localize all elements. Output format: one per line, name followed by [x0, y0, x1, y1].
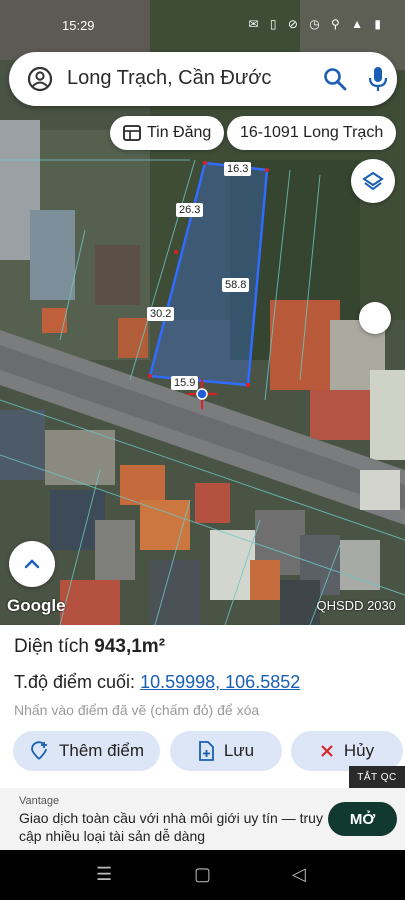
- cancel-button[interactable]: Hủy: [291, 731, 403, 771]
- plan-layer-label: QHSDD 2030: [316, 598, 396, 613]
- status-icons: ✉ ▯ ⊘ ◷ ⚲ ▲ ▮: [248, 17, 385, 31]
- add-location-icon: [31, 741, 47, 760]
- search-icon[interactable]: [322, 66, 348, 92]
- expand-up-button[interactable]: [9, 541, 55, 587]
- status-bar: 15:29 ✉ ▯ ⊘ ◷ ⚲ ▲ ▮: [0, 0, 405, 40]
- home-icon[interactable]: ▢: [194, 864, 211, 885]
- back-icon[interactable]: ◁: [292, 864, 306, 885]
- save-button[interactable]: Lưu: [170, 731, 282, 771]
- google-logo: Google: [7, 596, 66, 615]
- area-row: Diện tích 943,1m²: [14, 636, 165, 658]
- app-root: 16.3 26.3 58.8 30.2 15.9 Google QHSDD 20…: [0, 0, 405, 900]
- assistive-touch-button[interactable]: [359, 302, 391, 334]
- listings-chip[interactable]: Tin Đăng: [110, 116, 225, 150]
- edge-length-bottom: 15.9: [171, 376, 199, 390]
- edge-length-upper-left: 26.3: [176, 203, 204, 217]
- listings-chip-label: Tin Đăng: [147, 124, 212, 141]
- coordinate-link[interactable]: 10.59998, 106.5852: [140, 672, 300, 692]
- add-point-label: Thêm điểm: [58, 741, 145, 760]
- measurement-sheet: Diện tích 943,1m² T.độ điểm cuối: 10.599…: [0, 625, 405, 788]
- coordinate-row: T.độ điểm cuối: 10.59998, 106.5852: [14, 672, 300, 693]
- edge-length-top: 16.3: [224, 162, 252, 176]
- save-label: Lưu: [223, 741, 255, 760]
- search-input[interactable]: Long Trạch, Cần Đước: [67, 67, 271, 90]
- close-ad-button[interactable]: TẮT QC: [349, 766, 405, 788]
- status-time: 15:29: [62, 18, 95, 33]
- layers-button[interactable]: [351, 159, 395, 203]
- area-label: Diện tích: [14, 636, 89, 657]
- parcel-chip[interactable]: 16-1091 Long Trạch: [227, 116, 397, 150]
- account-icon[interactable]: [27, 66, 53, 92]
- close-icon: [321, 745, 333, 757]
- ad-brand: Vantage: [19, 795, 60, 807]
- coordinate-label: T.độ điểm cuối:: [14, 672, 136, 692]
- ad-text: Giao dịch toàn cầu với nhà môi giới uy t…: [19, 810, 323, 844]
- cancel-label: Hủy: [343, 741, 375, 760]
- system-nav-bar: ☰ ▢ ◁: [0, 850, 405, 900]
- area-value: 943,1m²: [94, 636, 166, 657]
- edge-length-right: 58.8: [222, 278, 250, 292]
- delete-point-hint: Nhấn vào điểm đã vẽ (chấm đỏ) để xóa: [14, 702, 260, 718]
- edge-length-left: 30.2: [147, 307, 175, 321]
- microphone-icon[interactable]: [365, 64, 391, 94]
- chevron-up-icon: [24, 559, 40, 569]
- ad-banner[interactable]: Vantage Giao dịch toàn cầu với nhà môi g…: [0, 788, 405, 850]
- layers-icon: [362, 171, 384, 191]
- save-file-icon: [198, 741, 214, 761]
- add-point-button[interactable]: Thêm điểm: [13, 731, 160, 771]
- list-icon: [123, 125, 141, 141]
- ad-open-button[interactable]: MỞ: [328, 802, 397, 836]
- search-bar[interactable]: Long Trạch, Cần Đước: [9, 52, 397, 106]
- parcel-chip-label: 16-1091 Long Trạch: [240, 124, 384, 141]
- recents-icon[interactable]: ☰: [96, 864, 112, 885]
